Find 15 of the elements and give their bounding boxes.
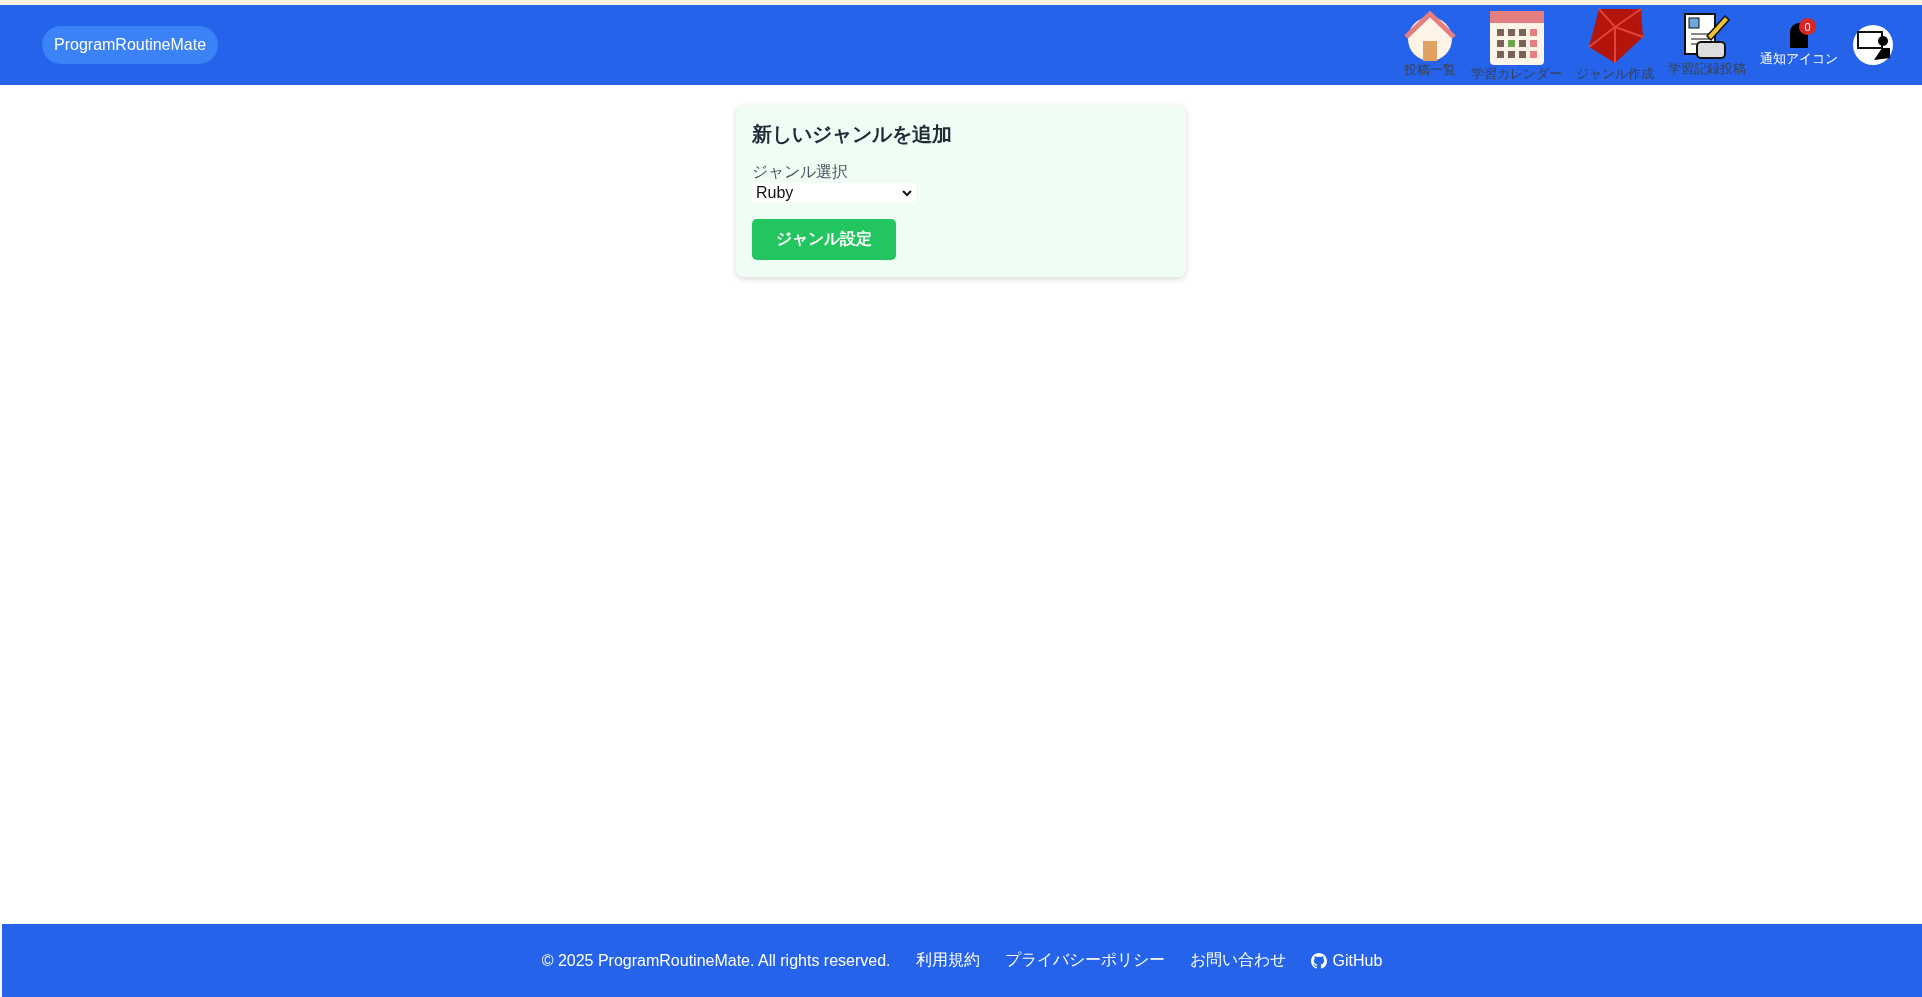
genre-select[interactable]: Ruby [752, 183, 916, 203]
logo-link[interactable]: ProgramRoutineMate [42, 26, 219, 64]
form-title: 新しいジャンルを追加 [752, 122, 952, 147]
chevron-down-icon [902, 189, 912, 197]
footer-link[interactable]: プライバシーポリシー [1004, 950, 1165, 971]
footer-link[interactable]: 利用規約 [915, 950, 980, 971]
house-icon [1403, 11, 1457, 61]
copyright-text: © 2025 ProgramRoutineMate. All rights reserved. [541, 951, 891, 970]
footer-link[interactable]: お問い合わせ [1189, 950, 1286, 971]
github-icon [1310, 952, 1327, 969]
notification-badge: 0 [1799, 18, 1816, 35]
footer-link[interactable]: GitHub [1310, 951, 1383, 970]
field-label: ジャンル選択 [752, 162, 848, 182]
document-pencil-icon [1683, 12, 1731, 60]
avatar-icon[interactable] [1852, 24, 1894, 66]
